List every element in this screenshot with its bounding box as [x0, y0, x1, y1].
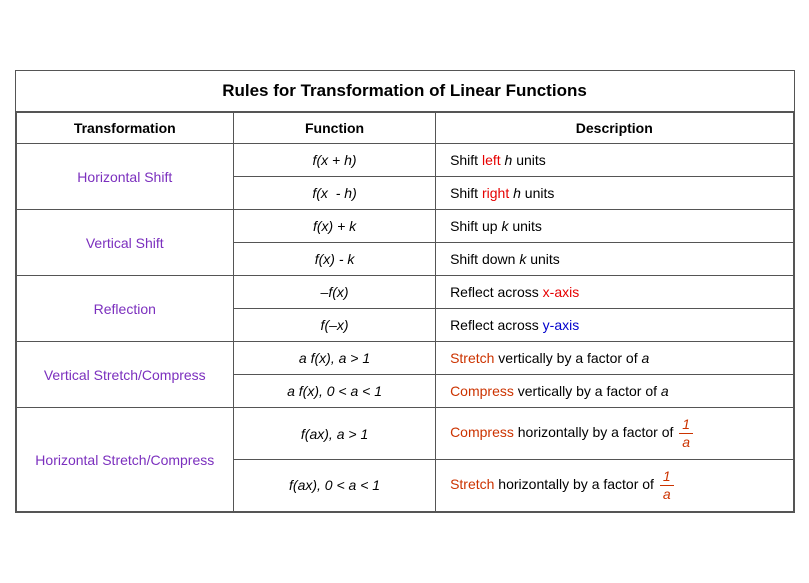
function-cell: –f(x) [234, 276, 436, 309]
fraction-display: 1 a [679, 416, 693, 451]
col-header-description: Description [436, 113, 793, 144]
description-cell: Shift right h units [436, 177, 793, 210]
colored-word: right [482, 185, 509, 201]
col-header-function: Function [234, 113, 436, 144]
function-cell: f(x - h) [234, 177, 436, 210]
function-cell: f(ax), a > 1 [234, 408, 436, 460]
colored-word: left [482, 152, 501, 168]
table-row: Vertical Stretch/Compress a f(x), a > 1 … [16, 342, 793, 375]
table-row: Reflection –f(x) Reflect across x-axis [16, 276, 793, 309]
transformation-label-vertical-shift: Vertical Shift [16, 210, 234, 276]
transformation-label-reflection: Reflection [16, 276, 234, 342]
transformation-table: Rules for Transformation of Linear Funct… [15, 70, 795, 512]
table-row: Vertical Shift f(x) + k Shift up k units [16, 210, 793, 243]
colored-word: x-axis [543, 284, 580, 300]
description-cell: Compress horizontally by a factor of 1 a [436, 408, 793, 460]
description-cell: Compress vertically by a factor of a [436, 375, 793, 408]
table-title: Rules for Transformation of Linear Funct… [16, 71, 794, 112]
description-cell: Shift down k units [436, 243, 793, 276]
function-cell: a f(x), a > 1 [234, 342, 436, 375]
function-cell: f(x + h) [234, 144, 436, 177]
table-row: Horizontal Stretch/Compress f(ax), a > 1… [16, 408, 793, 460]
function-cell: f(x) + k [234, 210, 436, 243]
transformation-label-horizontal-shift: Horizontal Shift [16, 144, 234, 210]
colored-word: Compress [450, 383, 514, 399]
description-cell: Shift left h units [436, 144, 793, 177]
table-row: Horizontal Shift f(x + h) Shift left h u… [16, 144, 793, 177]
function-cell: f(–x) [234, 309, 436, 342]
fraction-display: 1 a [660, 468, 674, 503]
function-cell: f(x) - k [234, 243, 436, 276]
colored-word: y-axis [543, 317, 580, 333]
transformation-label-horizontal-stretch: Horizontal Stretch/Compress [16, 408, 234, 511]
description-cell: Reflect across x-axis [436, 276, 793, 309]
function-cell: f(ax), 0 < a < 1 [234, 460, 436, 512]
transformation-label-vertical-stretch: Vertical Stretch/Compress [16, 342, 234, 408]
colored-word: Compress [450, 424, 514, 440]
function-cell: a f(x), 0 < a < 1 [234, 375, 436, 408]
description-cell: Stretch horizontally by a factor of 1 a [436, 460, 793, 512]
colored-word: Stretch [450, 350, 494, 366]
col-header-transformation: Transformation [16, 113, 234, 144]
description-cell: Shift up k units [436, 210, 793, 243]
description-cell: Stretch vertically by a factor of a [436, 342, 793, 375]
colored-word: Stretch [450, 476, 494, 492]
description-cell: Reflect across y-axis [436, 309, 793, 342]
